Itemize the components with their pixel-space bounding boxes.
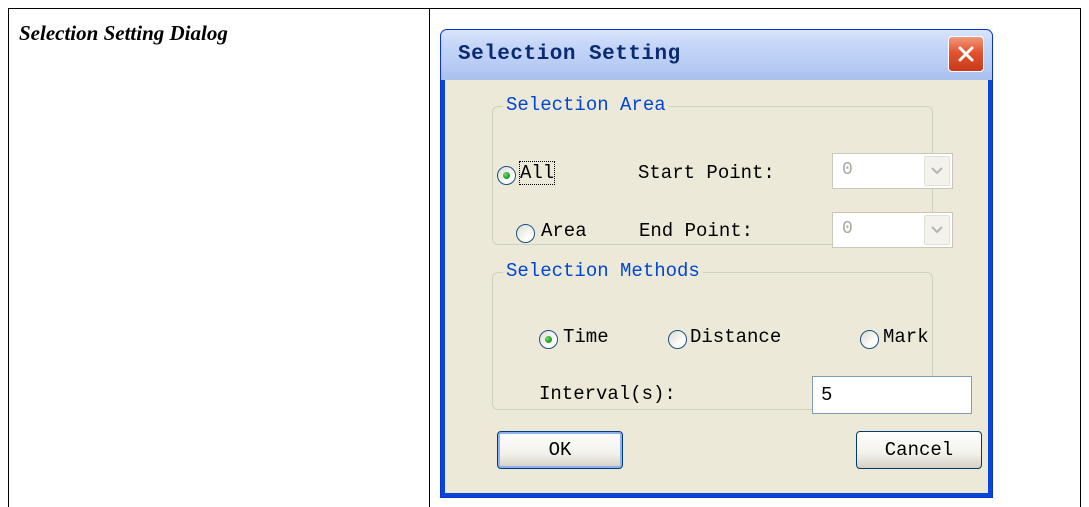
radio-distance-label[interactable]: Distance — [690, 326, 781, 348]
start-point-value: 0 — [842, 160, 853, 180]
selection-methods-legend: Selection Methods — [503, 260, 703, 282]
ok-button[interactable]: OK — [497, 431, 623, 469]
radio-time-label[interactable]: Time — [563, 326, 609, 348]
chevron-down-icon — [931, 226, 943, 234]
table-left-border — [8, 8, 9, 507]
interval-value: 5 — [821, 384, 833, 406]
chevron-down-icon — [931, 167, 943, 175]
radio-selected-dot — [545, 336, 552, 343]
selection-setting-dialog: Selection Setting Selection Area All Sta… — [440, 29, 993, 498]
radio-selected-dot — [503, 172, 510, 179]
start-point-dropdown-button[interactable] — [924, 156, 950, 186]
radio-time[interactable] — [539, 330, 558, 349]
end-point-value: 0 — [842, 219, 853, 239]
close-button[interactable] — [948, 36, 984, 72]
start-point-combobox[interactable]: 0 — [832, 153, 953, 189]
figure-caption: Selection Setting Dialog — [19, 21, 228, 45]
dialog-title: Selection Setting — [458, 43, 681, 66]
radio-area-label[interactable]: Area — [541, 220, 587, 242]
start-point-label: Start Point: — [638, 162, 775, 184]
end-point-dropdown-button[interactable] — [924, 215, 950, 245]
radio-all-label[interactable]: All — [518, 161, 556, 185]
radio-mark[interactable] — [860, 330, 879, 349]
radio-distance[interactable] — [668, 330, 687, 349]
dialog-client-area: Selection Area All Start Point: 0 Area E… — [445, 80, 988, 493]
table-right-border — [1080, 8, 1081, 507]
radio-all[interactable] — [497, 166, 516, 185]
table-column-divider — [429, 8, 430, 507]
cancel-button[interactable]: Cancel — [856, 431, 982, 469]
end-point-label: End Point: — [639, 220, 754, 242]
end-point-combobox[interactable]: 0 — [832, 212, 953, 248]
selection-area-legend: Selection Area — [503, 94, 669, 116]
close-icon — [958, 46, 974, 62]
radio-mark-label[interactable]: Mark — [883, 326, 929, 348]
dialog-titlebar[interactable]: Selection Setting — [441, 30, 992, 80]
interval-input[interactable]: 5 — [812, 376, 972, 414]
radio-area[interactable] — [516, 224, 535, 243]
table-top-border — [8, 8, 1081, 9]
interval-label: Interval(s): — [539, 383, 676, 405]
